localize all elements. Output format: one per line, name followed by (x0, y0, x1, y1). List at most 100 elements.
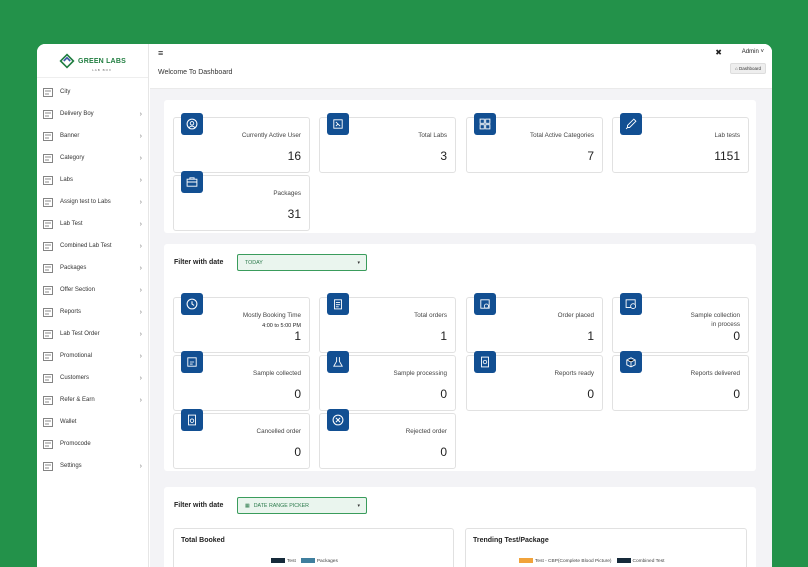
refer-icon (42, 395, 53, 405)
breadcrumb[interactable]: ⌂ Dashboard (730, 63, 766, 74)
assign-icon (42, 197, 53, 207)
stat-title: Currently Active User (241, 132, 301, 139)
sidebar-item-label: Lab Test (60, 221, 83, 227)
charts-panel: Filter with date ▦ DATE RANGE PICKER ▾ T… (164, 487, 756, 567)
stat-value: 0 (440, 387, 447, 401)
stat-title: Packages (273, 190, 301, 197)
truck-icon (42, 109, 53, 119)
fullscreen-icon[interactable]: ✖ (715, 48, 722, 57)
logo[interactable]: GREEN LABS LAB BOX (37, 44, 148, 78)
collection-icon (620, 293, 642, 315)
stat-card: Lab tests 1151 (612, 113, 749, 173)
sidebar-item-offer-section[interactable]: Offer Section › (37, 279, 148, 301)
reject-icon (327, 409, 349, 431)
stat-value: 0 (440, 445, 447, 459)
date-range-value: DATE RANGE PICKER (253, 502, 309, 509)
sidebar-item-promocode[interactable]: Promocode (37, 433, 148, 455)
stat-value: 0 (294, 445, 301, 459)
test-tube-icon (620, 113, 642, 135)
sidebar-item-label: Promocode (60, 441, 91, 447)
stat-title: Sample processing (393, 370, 447, 377)
chevron-right-icon: › (139, 462, 142, 470)
legend-item[interactable]: Combined Test (616, 558, 664, 564)
legend-item[interactable]: Test - CBP(Complete Blood Picture) (519, 558, 612, 564)
stat-title: Lab tests (714, 132, 740, 139)
sidebar-item-combined-lab-test[interactable]: Combined Lab Test › (37, 235, 148, 257)
topbar: ≡ Welcome To Dashboard ✖ Admin ˅ ⌂ Dashb… (150, 44, 772, 89)
sidebar-item-labs[interactable]: Labs › (37, 169, 148, 191)
sidebar-item-label: Promotional (60, 353, 93, 359)
stat-card: Packages 31 (173, 171, 310, 231)
sidebar-item-label: Labs (60, 177, 74, 183)
dropdown-caret-icon: ▾ (357, 503, 360, 509)
chart-title: Total Booked (181, 537, 225, 544)
logo-text: GREEN LABS (78, 57, 126, 65)
trending-chart: Trending Test/Package Test - CBP(Complet… (465, 528, 747, 567)
sidebar-item-label: Customers (60, 375, 90, 381)
sidebar-item-label: Delivery Boy (60, 111, 94, 117)
clock-icon (181, 293, 203, 315)
orders-panel: Filter with date TODAY ▾ Mostly Booking … (164, 244, 756, 471)
legend-item[interactable]: Test (271, 558, 296, 564)
home-icon: ⌂ (735, 66, 738, 71)
legend-item[interactable]: Packages (300, 558, 338, 564)
sidebar-item-label: Packages (60, 265, 87, 271)
logo-mark-icon (59, 52, 75, 69)
sidebar-item-wallet[interactable]: Wallet (37, 411, 148, 433)
sidebar-item-assign-test-to-labs[interactable]: Assign test to Labs › (37, 191, 148, 213)
stat-value: 16 (287, 149, 301, 163)
sidebar-item-customers[interactable]: Customers › (37, 367, 148, 389)
sidebar-item-packages[interactable]: Packages › (37, 257, 148, 279)
box-icon (474, 293, 496, 315)
sidebar-item-banner[interactable]: Banner › (37, 125, 148, 147)
sidebar-item-delivery-boy[interactable]: Delivery Boy › (37, 103, 148, 125)
sidebar-item-label: Lab Test Order (60, 331, 100, 337)
legend-label: Test (287, 558, 296, 564)
sidebar-item-refer-earn[interactable]: Refer & Earn › (37, 389, 148, 411)
sidebar-item-settings[interactable]: Settings › (37, 455, 148, 477)
sidebar-item-lab-test-order[interactable]: Lab Test Order › (37, 323, 148, 345)
date-range-picker[interactable]: ▦ DATE RANGE PICKER ▾ (237, 497, 367, 514)
stat-title: Mostly Booking Time (242, 312, 301, 319)
date-filter-value: TODAY (245, 259, 263, 266)
calendar-icon: ▦ (245, 502, 250, 509)
settings-icon (42, 461, 53, 471)
stat-value: 0 (294, 387, 301, 401)
user-menu[interactable]: Admin ˅ (742, 49, 764, 55)
sidebar-item-label: Assign test to Labs (60, 199, 111, 205)
legend-swatch (300, 558, 315, 563)
stat-value: 0 (587, 387, 594, 401)
offer-icon (42, 285, 53, 295)
legend-swatch (519, 558, 533, 563)
wallet-icon (42, 417, 53, 427)
chart-legend: Test Packages (271, 558, 338, 564)
sidebar-item-reports[interactable]: Reports › (37, 301, 148, 323)
sidebar-item-promotional[interactable]: Promotional › (37, 345, 148, 367)
date-filter-select[interactable]: TODAY ▾ (237, 254, 367, 271)
clipboard-icon (327, 293, 349, 315)
stat-title: Rejected order (405, 428, 447, 435)
filter-label-2: Filter with date (174, 502, 224, 509)
briefcase-icon (181, 171, 203, 193)
stat-card: Reports delivered 0 (612, 351, 749, 411)
chevron-right-icon: › (139, 198, 142, 206)
sidebar-item-category[interactable]: Category › (37, 147, 148, 169)
stat-value: 1151 (714, 149, 740, 163)
legend-label: Test - CBP(Complete Blood Picture) (535, 558, 612, 564)
chevron-right-icon: › (139, 264, 142, 272)
menu-toggle-icon[interactable]: ≡ (158, 48, 163, 58)
stat-value: 7 (587, 149, 594, 163)
microscope-icon (327, 113, 349, 135)
dropdown-caret-icon: ▾ (357, 260, 360, 266)
stat-title: Total Labs (418, 132, 447, 139)
stat-title: Total orders (414, 312, 447, 319)
stat-value: 0 (733, 387, 740, 401)
stat-card: Sample processing 0 (319, 351, 456, 411)
sidebar-item-lab-test[interactable]: Lab Test › (37, 213, 148, 235)
stat-value: 31 (287, 207, 301, 221)
app-window: GREEN LABS LAB BOX City Delivery Boy › Bann… (37, 44, 772, 567)
sidebar-item-label: Wallet (60, 419, 77, 425)
stat-title: Reports delivered (690, 370, 740, 377)
sidebar-item-city[interactable]: City (37, 81, 148, 103)
breadcrumb-label: Dashboard (738, 66, 761, 71)
